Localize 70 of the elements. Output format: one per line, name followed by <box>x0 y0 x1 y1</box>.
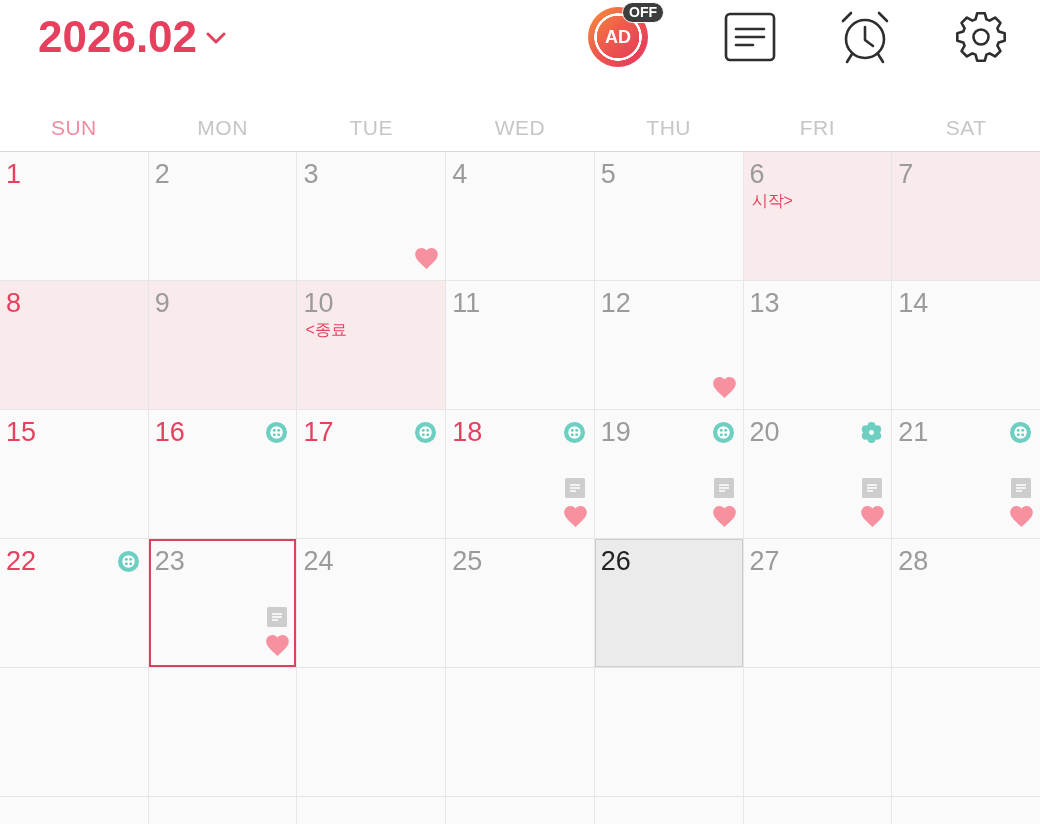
day-cell[interactable]: 21 <box>892 410 1040 538</box>
day-cell[interactable]: 20 <box>743 410 892 538</box>
day-cell[interactable]: 6 시작> <box>743 152 892 280</box>
day-cell[interactable]: 15 <box>0 410 148 538</box>
caret-icon <box>206 32 227 44</box>
day-number: 11 <box>452 287 481 319</box>
day-cell[interactable]: 1 <box>0 152 148 280</box>
day-number: 12 <box>600 287 631 319</box>
day-number: 22 <box>6 545 37 577</box>
day-number: 21 <box>898 416 929 448</box>
day-number: 6 <box>749 158 765 190</box>
day-number: 16 <box>154 416 185 448</box>
day-cell[interactable]: 9 <box>148 281 297 409</box>
day-cell[interactable]: 7 <box>892 152 1040 280</box>
day-cell[interactable]: 25 <box>446 539 594 667</box>
month-picker[interactable]: 2026.02 <box>38 11 227 63</box>
day-cell[interactable]: 11 <box>446 281 594 409</box>
day-cell[interactable]: 14 <box>892 281 1040 409</box>
day-number: 28 <box>898 545 929 577</box>
day-number: 15 <box>6 416 37 448</box>
day-number: 3 <box>303 158 319 190</box>
day-number: 7 <box>898 158 914 190</box>
weekday-label: TUE <box>349 114 394 140</box>
day-cell[interactable]: 22 <box>0 539 148 667</box>
day-cell[interactable]: 16 <box>148 410 297 538</box>
day-number: 20 <box>749 416 780 448</box>
day-cell[interactable]: 3 <box>297 152 446 280</box>
day-number: 19 <box>600 416 631 448</box>
day-number: 18 <box>452 416 483 448</box>
settings-icon[interactable] <box>954 10 1008 64</box>
day-cell[interactable]: 5 <box>594 152 743 280</box>
day-number: 27 <box>749 545 780 577</box>
day-cell[interactable]: 10 <종료 <box>297 281 446 409</box>
weekday-label: SUN <box>50 114 97 140</box>
day-cell[interactable]: 2 <box>148 152 297 280</box>
day-number: 2 <box>154 158 170 190</box>
day-number: 25 <box>452 545 483 577</box>
weekday-label: MON <box>197 114 248 140</box>
period-label: <종료 <box>305 320 347 340</box>
day-number: 14 <box>898 287 929 319</box>
day-cell[interactable]: 17 <box>297 410 446 538</box>
day-cell[interactable]: 26 <box>594 539 743 667</box>
day-number: 4 <box>452 158 468 190</box>
day-number: 1 <box>6 158 22 190</box>
weekday-label: SAT <box>945 114 987 140</box>
period-label: 시작> <box>751 191 793 211</box>
day-cell[interactable]: 4 <box>446 152 594 280</box>
day-number: 9 <box>154 287 170 319</box>
day-number: 8 <box>6 287 22 319</box>
day-cell[interactable]: 12 <box>594 281 743 409</box>
day-number: 5 <box>600 158 616 190</box>
day-cell[interactable]: 27 <box>743 539 892 667</box>
day-cell[interactable]: 24 <box>297 539 446 667</box>
day-number: 10 <box>303 287 334 319</box>
day-cell[interactable]: 19 <box>594 410 743 538</box>
day-number: 26 <box>600 545 631 577</box>
off-badge: OFF <box>622 2 664 23</box>
day-number: 23 <box>154 545 185 577</box>
day-cell[interactable]: 18 <box>446 410 594 538</box>
day-cell[interactable]: 8 <box>0 281 148 409</box>
list-icon[interactable] <box>724 12 776 62</box>
weekday-label: THU <box>646 114 692 140</box>
weekday-label: WED <box>494 114 546 140</box>
day-cell[interactable]: 28 <box>892 539 1040 667</box>
day-cell[interactable]: 23 <box>148 539 297 667</box>
day-number: 17 <box>303 416 334 448</box>
day-number: 13 <box>749 287 780 319</box>
day-cell[interactable]: 13 <box>743 281 892 409</box>
day-number: 24 <box>303 545 334 577</box>
weekday-label: FRI <box>799 114 836 140</box>
